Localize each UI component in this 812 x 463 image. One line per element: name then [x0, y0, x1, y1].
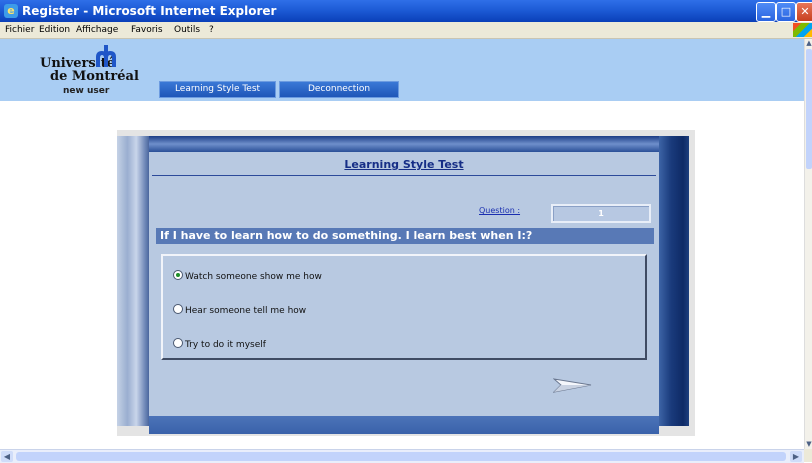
menu-item-help[interactable]: ? [209, 25, 214, 35]
udem-logo-icon [96, 45, 116, 67]
nav-learning-style-test[interactable]: Learning Style Test [159, 81, 276, 98]
answer-option-label: Hear someone tell me how [185, 306, 307, 316]
menu-item-affichage[interactable]: Affichage [76, 25, 118, 35]
top-stripe [149, 136, 659, 152]
heading-divider [152, 175, 656, 176]
menu-item-outils[interactable]: Outils [174, 25, 200, 35]
ie-icon: e [4, 4, 18, 18]
question-number-field: 1 [551, 204, 651, 223]
scroll-up-icon[interactable]: ▲ [805, 39, 812, 47]
windows-logo-icon [793, 23, 812, 37]
minimize-button[interactable]: ▁ [756, 2, 776, 22]
radio-button[interactable] [173, 270, 183, 280]
right-decoration [659, 136, 689, 426]
scroll-corner [804, 449, 812, 462]
menu-item-edition[interactable]: Edition [39, 25, 70, 35]
site-header: Université de Montréal new user Learning… [0, 39, 804, 101]
scroll-left-icon[interactable]: ◀ [1, 451, 13, 462]
radio-button[interactable] [173, 338, 183, 348]
logo-line2: de Montréal [50, 69, 139, 84]
left-decoration [117, 136, 152, 426]
close-button[interactable]: ✕ [796, 2, 812, 22]
radio-button[interactable] [173, 304, 183, 314]
arrow-right-icon[interactable] [553, 375, 593, 395]
menu-item-fichier[interactable]: Fichier [5, 25, 34, 35]
current-user-label: new user [63, 86, 110, 96]
quiz-heading: Learning Style Test [344, 158, 464, 171]
title-bar: e Register - Microsoft Internet Explorer… [0, 0, 812, 22]
page-viewport: Université de Montréal new user Learning… [0, 39, 804, 449]
horizontal-scrollbar[interactable]: ◀ ▶ [0, 449, 804, 463]
maximize-icon: □ [780, 5, 792, 18]
maximize-button[interactable]: □ [776, 2, 796, 22]
answer-option[interactable]: Watch someone show me how [173, 270, 322, 282]
vertical-scrollbar[interactable]: ▲ ▼ [804, 39, 812, 449]
answer-option[interactable]: Hear someone tell me how [173, 304, 306, 316]
answer-option[interactable]: Try to do it myself [173, 338, 266, 350]
window-title: Register - Microsoft Internet Explorer [22, 4, 277, 18]
question-label: Question : [479, 206, 521, 215]
quiz-content: Learning Style Test Question : 1 If I ha… [149, 152, 659, 416]
answer-option-label: Try to do it myself [185, 340, 266, 350]
bottom-bar [149, 416, 659, 434]
vertical-scroll-thumb[interactable] [806, 49, 812, 169]
horizontal-scroll-thumb[interactable] [16, 452, 786, 461]
nav-deconnection[interactable]: Deconnection [279, 81, 399, 98]
scroll-down-icon[interactable]: ▼ [805, 440, 812, 448]
answer-options: Watch someone show me how Hear someone t… [161, 254, 647, 360]
university-logo[interactable]: Université de Montréal [40, 57, 139, 83]
quiz-panel: Learning Style Test Question : 1 If I ha… [117, 130, 695, 436]
minimize-icon: ▁ [761, 5, 771, 18]
close-icon: ✕ [800, 5, 810, 18]
menu-item-favoris[interactable]: Favoris [131, 25, 163, 35]
scroll-right-icon[interactable]: ▶ [790, 451, 802, 462]
menu-bar: Fichier Edition Affichage Favoris Outils… [0, 22, 812, 39]
question-text: If I have to learn how to do something. … [156, 228, 654, 244]
answer-option-label: Watch someone show me how [185, 272, 322, 282]
